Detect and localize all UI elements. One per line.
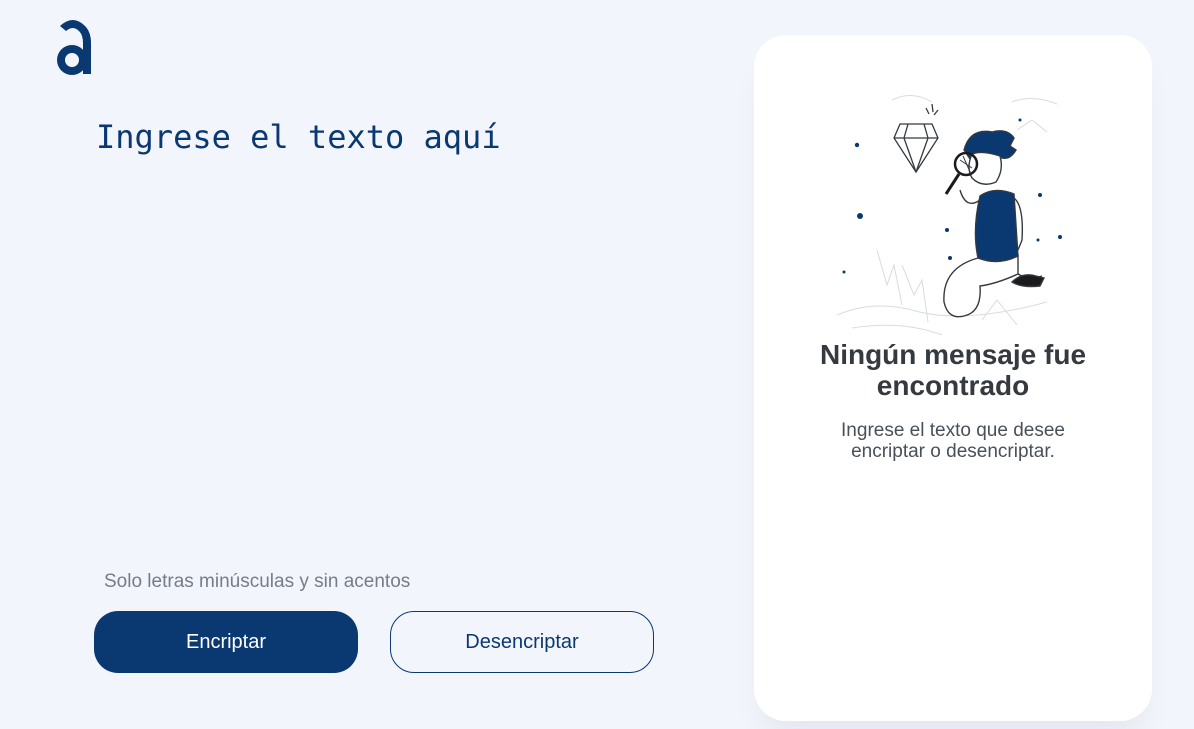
decrypt-button[interactable]: Desencriptar [390,611,654,673]
person-with-magnifying-glass-icon [836,95,1062,336]
hint-text: Solo letras minúsculas y sin acentos [104,571,411,592]
output-title: Ningún mensaje fue encontrado [819,339,1087,401]
output-card: Ningún mensaje fue encontrado Ingrese el… [754,35,1152,721]
input-hint: Solo letras minúsculas y sin acentos [104,571,410,593]
encrypt-button[interactable]: Encriptar [94,611,358,673]
message-input[interactable] [96,110,696,558]
brand-logo-icon [57,20,91,75]
output-description: Ingrese el texto que desee encriptar o d… [841,420,1065,462]
